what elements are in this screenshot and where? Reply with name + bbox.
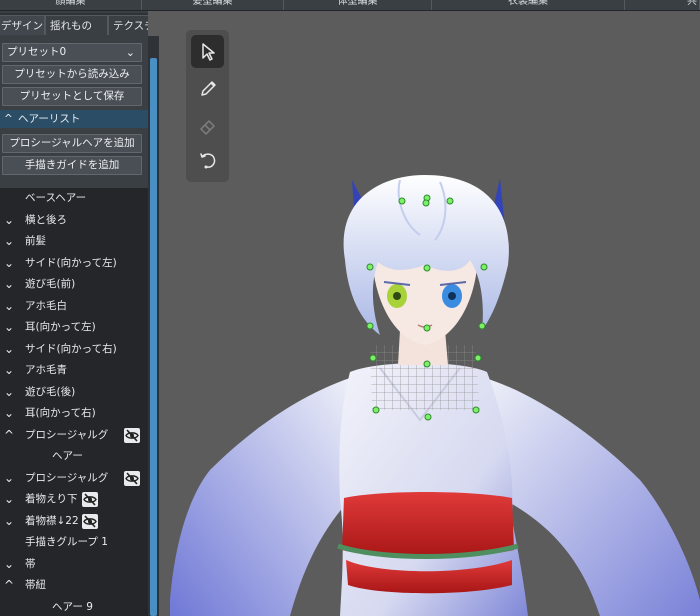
hair-list-item[interactable]: ⌄ 遊び毛(前) (0, 274, 148, 295)
tab-face-edit[interactable]: 顔編集 (0, 0, 142, 10)
hair-list-item[interactable]: ⌄ 前髪 (0, 231, 148, 252)
3d-viewport[interactable] (159, 11, 700, 616)
add-hand-drawn-guide-button[interactable]: 手描きガイドを追加 (2, 156, 142, 175)
panel-scrollbar-thumb[interactable] (150, 58, 157, 616)
hair-list-item[interactable]: ⌄ サイド(向かって右) (0, 339, 148, 360)
hair-list-item[interactable]: ⌄ 耳(向かって左) (0, 317, 148, 338)
hair-list-item[interactable]: ベースヘアー (0, 188, 148, 209)
hair-list-item-label: ヘアー (52, 450, 83, 462)
subtab-texture[interactable]: テクスチャ (108, 15, 148, 35)
lasso-icon (200, 153, 216, 169)
character-model (170, 175, 700, 616)
eraser-icon (200, 120, 215, 135)
hair-edit-panel: デザイン 揺れもの テクスチャ プリセット0 ⌄ プリセットから読み込み プリセ… (0, 11, 148, 616)
pencil-tool-button[interactable] (191, 72, 224, 105)
chevron-down-icon: ⌄ (125, 46, 135, 59)
hair-list-item-label: プロシージャルグ (25, 428, 109, 441)
chevron-down-icon[interactable]: ⌄ (3, 382, 15, 403)
hair-list-item-label: 耳(向かって右) (25, 407, 96, 419)
load-preset-button[interactable]: プリセットから読み込み (2, 65, 142, 84)
chevron-down-icon[interactable]: ⌄ (3, 253, 15, 274)
hair-list-item-label: ベースヘアー (25, 192, 87, 204)
visibility-hidden-icon[interactable] (124, 427, 140, 443)
visibility-hidden-icon[interactable] (124, 470, 140, 486)
chevron-down-icon[interactable]: ⌄ (3, 403, 15, 424)
hair-list-item-label: サイド(向かって右) (25, 342, 117, 355)
select-arrow-icon (202, 43, 215, 61)
hair-list-item-label: アホ毛白 (25, 299, 67, 312)
hair-list-item[interactable]: 手描きグループ 1 (0, 532, 148, 553)
hair-list-item[interactable]: ^ 帯紐 (0, 575, 148, 596)
top-tab-bar: 顔編集 髪型編集 体型編集 衣装編集 共 (0, 0, 700, 11)
chevron-down-icon[interactable]: ⌄ (3, 296, 15, 317)
chevron-down-icon[interactable]: ⌄ (3, 489, 15, 510)
hair-list-item-label: 手描きグループ 1 (25, 536, 108, 548)
chevron-up-icon: ^ (4, 113, 13, 125)
tab-hair-edit[interactable]: 髪型編集 (142, 0, 284, 10)
chevron-up-icon[interactable]: ^ (3, 575, 15, 596)
subtab-swaying[interactable]: 揺れもの (45, 15, 108, 35)
hair-list-header[interactable]: ^ ヘアーリスト (0, 110, 148, 128)
chevron-down-icon[interactable]: ⌄ (3, 468, 15, 489)
hair-list-item[interactable]: ^ プロシージャルグ (0, 425, 148, 446)
hair-list-item[interactable]: ⌄ プロシージャルグ (0, 468, 148, 489)
preset-dropdown-value: プリセット0 (7, 46, 67, 58)
chevron-down-icon[interactable]: ⌄ (3, 360, 15, 381)
tab-body-edit[interactable]: 体型編集 (284, 0, 432, 10)
chevron-down-icon[interactable]: ⌄ (3, 511, 15, 532)
hair-list-item-label: ヘアー 9 (52, 600, 93, 613)
hair-list-item[interactable]: ⌄ アホ毛白 (0, 296, 148, 317)
hair-list-item-label: サイド(向かって左) (25, 256, 117, 269)
visibility-hidden-icon[interactable] (82, 513, 98, 529)
lasso-tool-button[interactable] (191, 144, 224, 177)
hair-list-item-label: 前髪 (25, 235, 46, 247)
hair-list-item[interactable]: ⌄ 帯 (0, 554, 148, 575)
drawing-toolbox (186, 30, 229, 182)
app-window: 顔編集 髪型編集 体型編集 衣装編集 共 デザイン 揺れもの テクスチャ プリセ… (0, 0, 700, 616)
chevron-down-icon[interactable]: ⌄ (3, 274, 15, 295)
save-preset-button[interactable]: プリセットとして保存 (2, 87, 142, 106)
hair-list-item-label: 着物襟↓22 (25, 514, 79, 527)
hair-list-item-label: 遊び毛(前) (25, 278, 76, 290)
hair-list-item[interactable]: ⌄ サイド(向かって左) (0, 253, 148, 274)
hair-list-item-label: 帯 (25, 557, 36, 570)
chevron-down-icon[interactable]: ⌄ (3, 554, 15, 575)
hair-list-item[interactable]: ⌄ 着物えり下 (0, 489, 148, 510)
hair-list-item-label: プロシージャルグ (25, 471, 109, 484)
hair-list-item-label: 遊び毛(後) (25, 385, 76, 398)
eraser-tool-button[interactable] (191, 109, 224, 142)
chevron-down-icon[interactable]: ⌄ (3, 231, 15, 252)
chevron-up-icon[interactable]: ^ (3, 425, 15, 446)
pencil-icon (201, 81, 216, 96)
hair-list-item[interactable]: ⌄ 耳(向かって右) (0, 403, 148, 424)
tab-common[interactable]: 共 (625, 0, 700, 10)
hair-list-title: ヘアーリスト (18, 113, 81, 125)
sub-tab-bar: デザイン 揺れもの テクスチャ (0, 13, 148, 35)
hair-list-item[interactable]: ⌄ 横と後ろ (0, 210, 148, 231)
hair-list-item[interactable]: ヘアー 9 (0, 597, 148, 616)
hair-list-item[interactable]: ⌄ 着物襟↓22 (0, 511, 148, 532)
hair-list: ベースヘアー ⌄ 横と後ろ ⌄ 前髪 ⌄ サイド(向かって左) ⌄ 遊び毛(前) ⌄ アホ毛白 ⌄ 耳(… (0, 188, 148, 616)
hair-list-item-label: 横と後ろ (25, 213, 67, 226)
preset-dropdown[interactable]: プリセット0 ⌄ (2, 43, 142, 62)
hair-list-item-label: 耳(向かって左) (25, 321, 96, 333)
hair-list-item[interactable]: ⌄ 遊び毛(後) (0, 382, 148, 403)
hair-list-item[interactable]: ヘアー (0, 446, 148, 467)
chevron-down-icon[interactable]: ⌄ (3, 317, 15, 338)
tab-costume-edit[interactable]: 衣装編集 (432, 0, 625, 10)
hair-list-item-label: アホ毛青 (25, 364, 67, 376)
hair-list-item-label: 帯紐 (25, 579, 46, 591)
select-tool-button[interactable] (191, 35, 224, 68)
hair-list-item-label: 着物えり下 (25, 493, 78, 505)
chevron-down-icon[interactable]: ⌄ (3, 339, 15, 360)
chevron-down-icon[interactable]: ⌄ (3, 210, 15, 231)
visibility-hidden-icon[interactable] (82, 492, 98, 507)
hair-list-item[interactable]: ⌄ アホ毛青 (0, 360, 148, 381)
subtab-design[interactable]: デザイン (0, 15, 45, 35)
add-procedural-hair-button[interactable]: プロシージャルヘアを追加 (2, 134, 142, 153)
